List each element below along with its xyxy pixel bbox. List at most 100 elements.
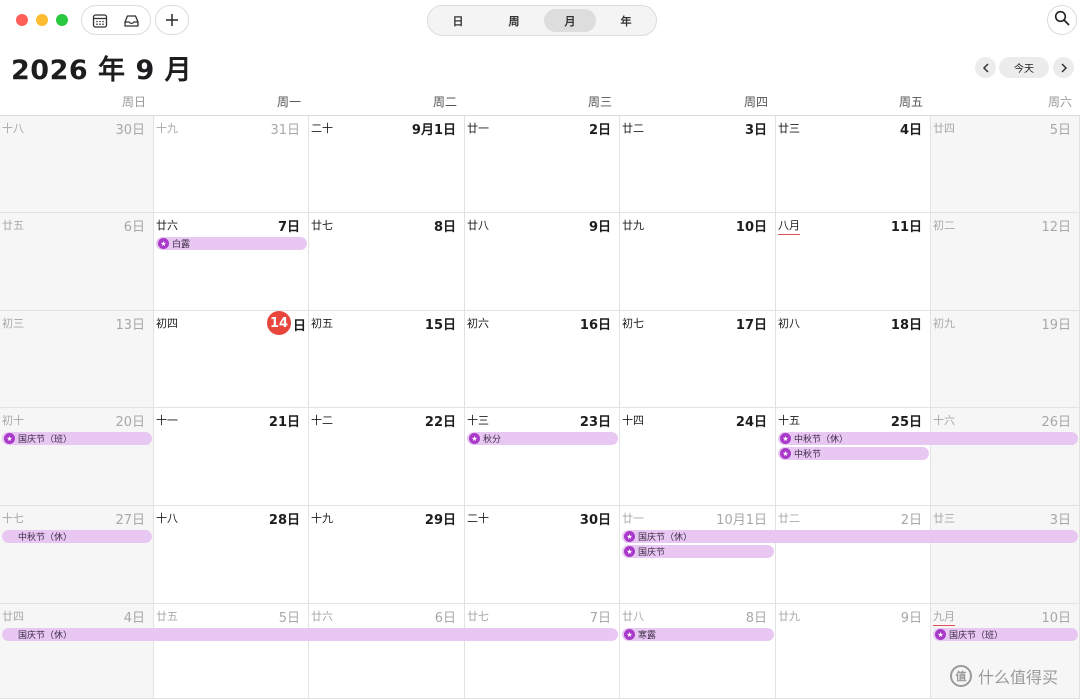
lunar-date: 初八 <box>778 317 800 330</box>
day-cell[interactable]: 初七 17日 <box>620 311 776 408</box>
day-cell[interactable]: 十七 27日 <box>0 506 154 604</box>
day-cell[interactable]: 八月 11日 <box>776 213 931 311</box>
day-cell[interactable]: 廿七 7日 <box>465 604 620 699</box>
day-cell[interactable]: 廿八 9日 <box>465 213 620 311</box>
day-cell[interactable]: 廿九 10日 <box>620 213 776 311</box>
holiday-star-icon: ★ <box>780 433 791 444</box>
event-label: 中秋节（休） <box>18 533 73 543</box>
day-cell[interactable]: 初六 16日 <box>465 311 620 408</box>
calendar-list-icon[interactable] <box>91 12 109 30</box>
day-cell[interactable]: 廿七 8日 <box>309 213 465 311</box>
day-cell[interactable]: 十三 23日 <box>465 408 620 506</box>
lunar-date: 初四 <box>156 317 178 330</box>
search-button[interactable] <box>1047 5 1077 35</box>
lunar-date: 十三 <box>467 414 489 427</box>
window-minimize-button[interactable] <box>36 14 48 26</box>
day-cell[interactable]: 廿八 8日 <box>620 604 776 699</box>
solar-date: 12日 <box>1041 220 1071 235</box>
day-cell[interactable]: 廿五 6日 <box>0 213 154 311</box>
window-close-button[interactable] <box>16 14 28 26</box>
lunar-date: 廿八 <box>622 610 644 623</box>
day-cell[interactable]: 十八 30日 <box>0 116 154 213</box>
day-cell[interactable]: 廿二 3日 <box>620 116 776 213</box>
day-cell[interactable]: 初二 12日 <box>931 213 1080 311</box>
day-cell[interactable]: 十一 21日 <box>154 408 309 506</box>
day-cell[interactable]: 廿四 5日 <box>931 116 1080 213</box>
day-cell[interactable]: 廿四 4日 <box>0 604 154 699</box>
lunar-date: 十七 <box>2 512 24 525</box>
lunar-date: 十八 <box>156 512 178 525</box>
lunar-date: 二十 <box>467 512 489 525</box>
month-title: 2026 年 9 月 <box>11 55 193 86</box>
view-month-button[interactable]: 月 <box>544 9 596 32</box>
event-bar[interactable]: ★ 秋分 <box>467 432 618 445</box>
inbox-icon[interactable] <box>122 12 140 30</box>
lunar-date: 廿六 <box>156 219 178 232</box>
event-bar[interactable]: ★ 国庆节（班） <box>933 628 1078 641</box>
lunar-date: 九月 <box>933 608 955 626</box>
event-label: 秋分 <box>483 435 502 445</box>
event-bar[interactable]: ★ 白露 <box>156 237 307 250</box>
event-label: 中秋节 <box>794 450 822 460</box>
day-cell[interactable]: 初三 13日 <box>0 311 154 408</box>
view-day-button[interactable]: 日 <box>432 9 484 32</box>
event-bar[interactable]: ★ 国庆节（班） <box>2 432 152 445</box>
solar-date: 18日 <box>890 318 922 333</box>
view-week-button[interactable]: 周 <box>488 9 540 32</box>
solar-date: 19日 <box>1041 318 1071 333</box>
plus-icon <box>165 8 179 32</box>
day-cell[interactable]: 初九 19日 <box>931 311 1080 408</box>
window-zoom-button[interactable] <box>56 14 68 26</box>
day-cell[interactable]: 十四 24日 <box>620 408 776 506</box>
event-bar[interactable]: ★ 中秋节（休） <box>778 432 1078 445</box>
previous-month-button[interactable] <box>975 57 996 78</box>
day-cell[interactable]: 廿五 5日 <box>154 604 309 699</box>
day-cell[interactable]: 十二 22日 <box>309 408 465 506</box>
event-label: 国庆节（班） <box>18 435 73 445</box>
solar-date: 9月1日 <box>411 123 456 138</box>
event-bar[interactable]: ★ 中秋节 <box>778 447 929 460</box>
event-bar[interactable]: 国庆节（休） <box>2 628 618 641</box>
day-cell[interactable]: 十八 28日 <box>154 506 309 604</box>
day-cell[interactable]: 廿六 7日 <box>154 213 309 311</box>
chevron-right-icon <box>1060 58 1068 77</box>
solar-date: 5日 <box>1049 123 1071 138</box>
add-event-button[interactable] <box>155 5 189 35</box>
day-cell[interactable]: 廿一 2日 <box>465 116 620 213</box>
event-bar[interactable]: ★ 国庆节 <box>622 545 774 558</box>
day-cell[interactable]: 廿六 6日 <box>309 604 465 699</box>
holiday-star-icon <box>4 531 15 542</box>
lunar-date: 八月 <box>778 217 800 235</box>
event-bar[interactable]: ★ 国庆节（休） <box>622 530 1078 543</box>
solar-date: 8日 <box>433 220 456 235</box>
event-bar[interactable]: 中秋节（休） <box>2 530 152 543</box>
lunar-date: 廿二 <box>778 512 800 525</box>
solar-date: 9日 <box>588 220 611 235</box>
day-cell[interactable]: 二十 9月1日 <box>309 116 465 213</box>
day-cell[interactable]: 初八 18日 <box>776 311 931 408</box>
day-cell[interactable]: 十九 31日 <box>154 116 309 213</box>
lunar-date: 十八 <box>2 122 24 135</box>
day-cell[interactable]: 十九 29日 <box>309 506 465 604</box>
day-cell[interactable]: 廿九 9日 <box>776 604 931 699</box>
day-cell[interactable]: 初五 15日 <box>309 311 465 408</box>
day-cell[interactable]: 十六 26日 <box>931 408 1080 506</box>
solar-date: 10月1日 <box>716 513 767 528</box>
day-cell[interactable]: 廿二 2日 <box>776 506 931 604</box>
holiday-star-icon: ★ <box>624 531 635 542</box>
view-year-button[interactable]: 年 <box>600 9 652 32</box>
lunar-date: 廿三 <box>778 122 800 135</box>
day-cell[interactable]: 初四 14 日 <box>154 311 309 408</box>
search-icon <box>1054 10 1070 30</box>
event-bar[interactable]: ★ 寒露 <box>622 628 774 641</box>
today-button[interactable]: 今天 <box>999 57 1049 78</box>
day-cell[interactable]: 廿三 3日 <box>931 506 1080 604</box>
next-month-button[interactable] <box>1053 57 1074 78</box>
day-cell[interactable]: 初十 20日 <box>0 408 154 506</box>
day-cell[interactable]: 二十 30日 <box>465 506 620 604</box>
solar-date: 25日 <box>890 415 922 430</box>
lunar-date: 廿九 <box>622 219 644 232</box>
solar-date: 14 日 <box>266 311 306 335</box>
lunar-date: 十六 <box>933 414 955 427</box>
day-cell[interactable]: 廿三 4日 <box>776 116 931 213</box>
